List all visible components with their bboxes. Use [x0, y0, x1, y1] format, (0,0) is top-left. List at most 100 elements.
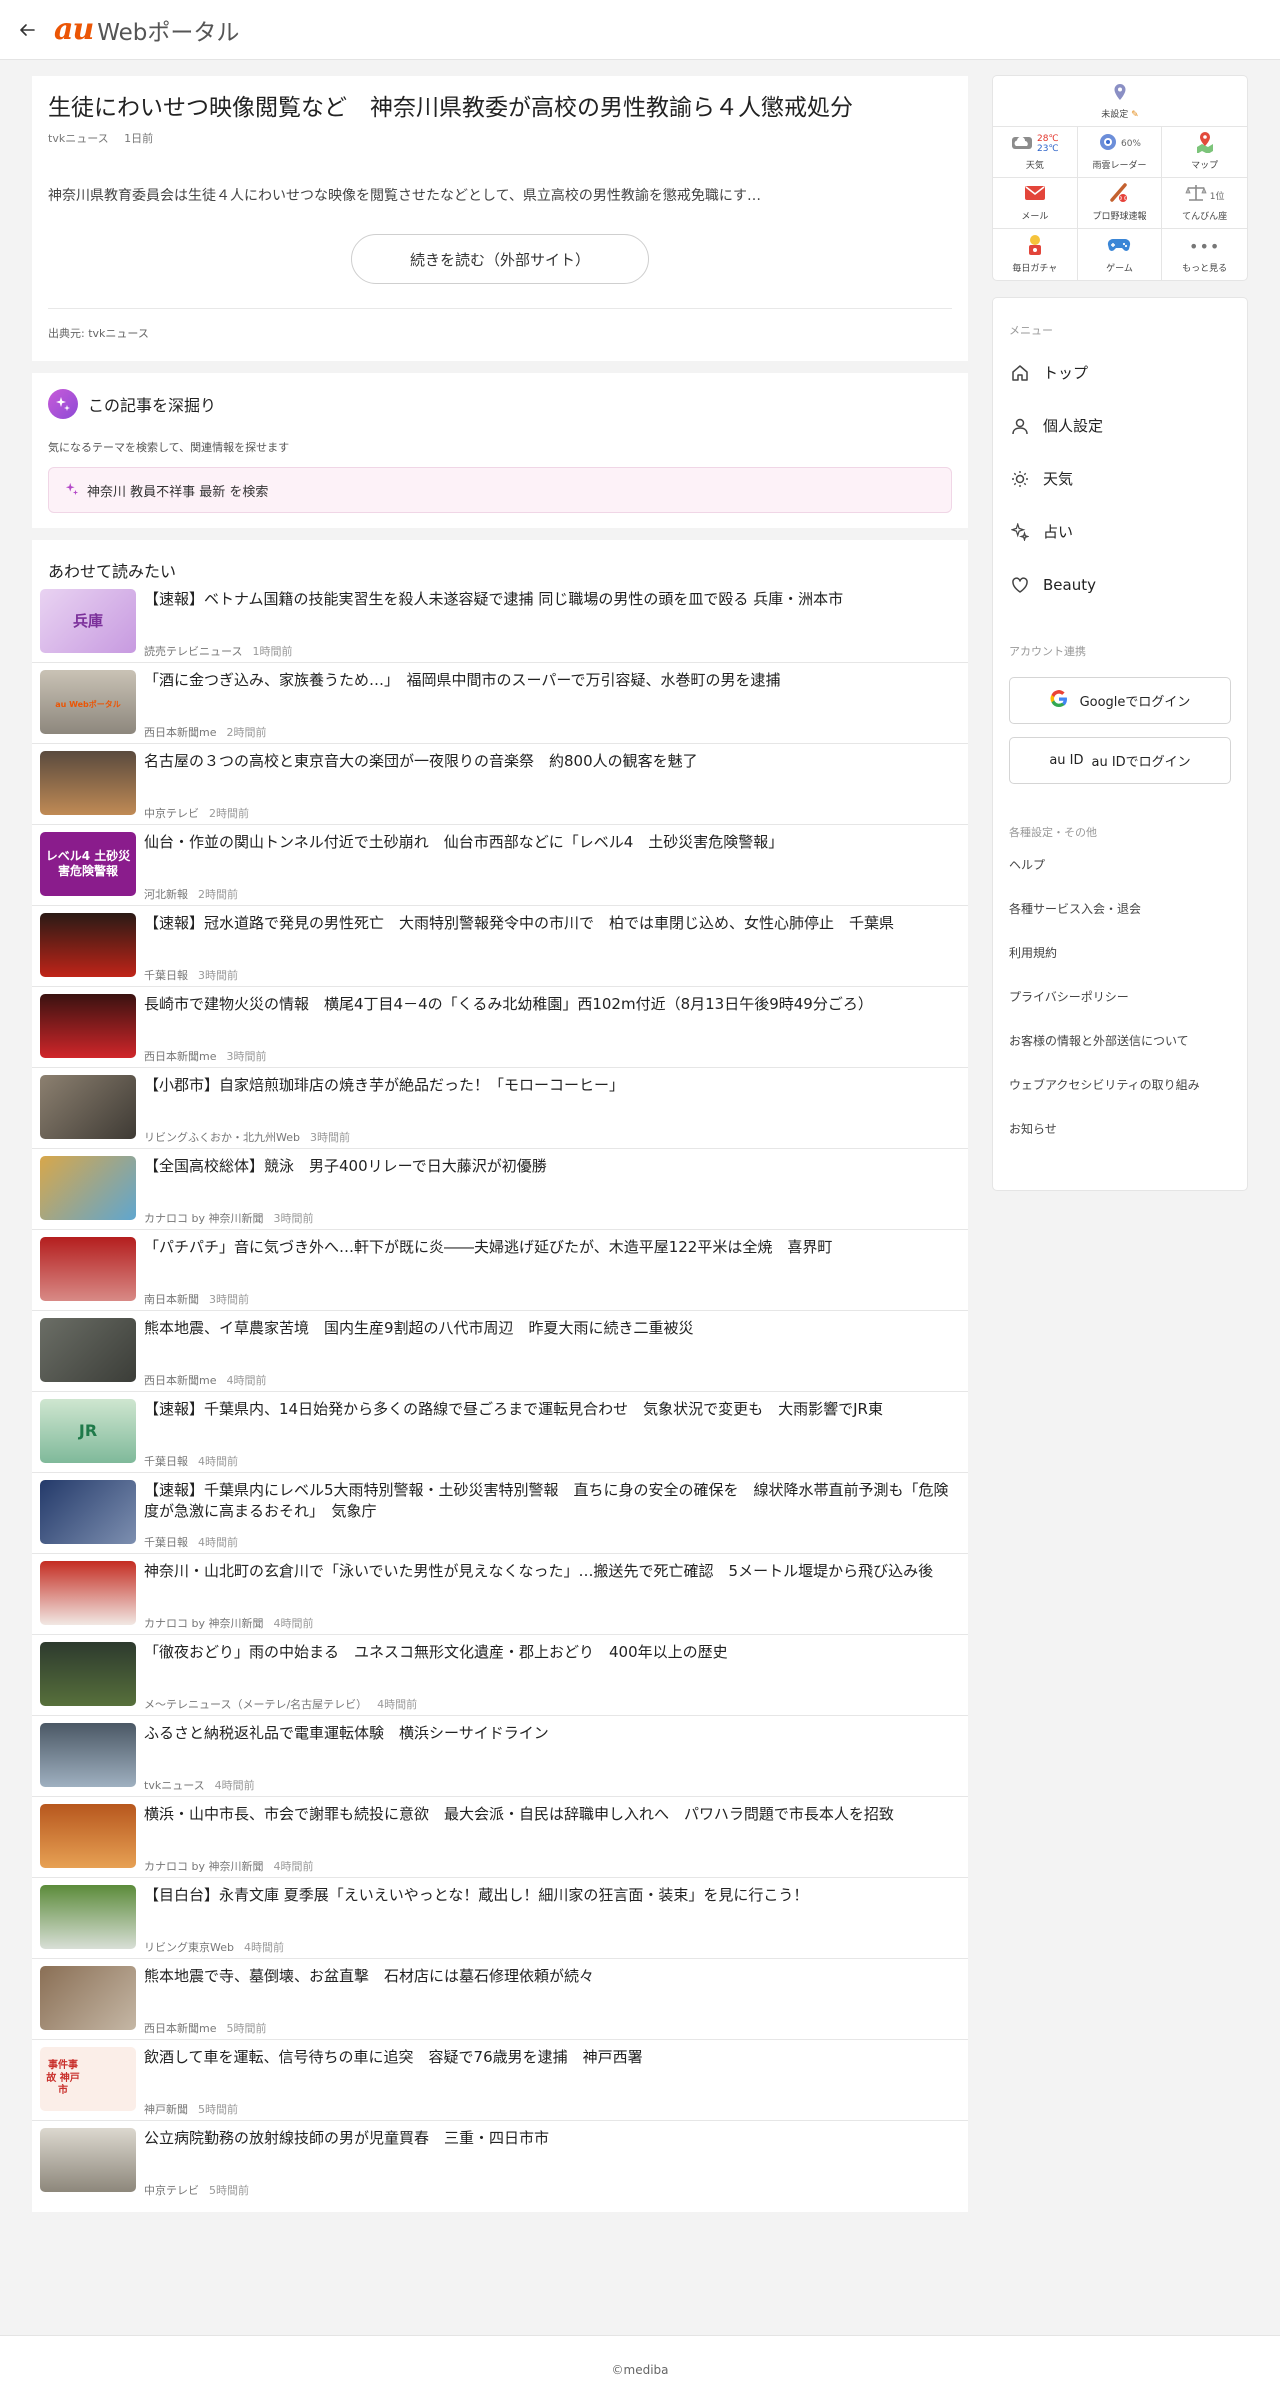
thumbnail-caption: レベル4 土砂災害危険警報 [45, 849, 131, 878]
news-item[interactable]: au Webポータル 「酒に金つぎ込み、家族養うため…」 福岡県中間市のスーパーで… [32, 663, 968, 744]
news-item[interactable]: 長崎市で建物火災の情報 横尾4丁目4－4の「くるみ北幼稚園」西102m付近（8月… [32, 987, 968, 1068]
news-item[interactable]: 【全国高校総体】競泳 男子400リレーで日大藤沢が初優勝 カナロコ by 神奈川新… [32, 1149, 968, 1230]
news-item[interactable]: 熊本地震、イ草農家苦境 国内生産9割超の八代市周辺 昨夏大雨に続き二重被災西日本… [32, 1311, 968, 1392]
thumbnail-caption: 事件事故 神戸市 [46, 2060, 80, 2097]
news-title[interactable]: 仙台・作並の関山トンネル付近で土砂崩れ 仙台市西部などに「レベル4 土砂災害危険… [144, 832, 959, 853]
news-meta: 千葉日報 4時間前 [144, 1534, 959, 1550]
news-time: 2時間前 [209, 807, 249, 820]
news-source: 千葉日報 [144, 1536, 188, 1549]
tile-horoscope[interactable]: 1位 てんびん座 [1162, 178, 1247, 229]
menu-item-beauty[interactable]: Beauty [1009, 558, 1231, 611]
article-card: 生徒にわいせつ映像閲覧など 神奈川県教委が高校の男性教諭ら４人懲戒処分 tvkニ… [32, 76, 968, 361]
tile-more[interactable]: ••• もっと見る [1162, 229, 1247, 280]
news-source: 千葉日報 [144, 1455, 188, 1468]
news-item[interactable]: ふるさと納税返礼品で電車運転体験 横浜シーサイドライン tvkニュース 4時間前 [32, 1716, 968, 1797]
news-title[interactable]: 【速報】冠水道路で発見の男性死亡 大雨特別警報発令中の市川で 柏では車閉じ込め、… [144, 913, 959, 934]
read-more-button[interactable]: 続きを読む（外部サイト） [351, 234, 649, 284]
news-title[interactable]: 【速報】千葉県内にレベル5大雨特別警報・土砂災害特別警報 直ちに身の安全の確保を… [144, 1480, 959, 1522]
tile-grid: 28℃ 23℃ 天気 60% 雨雲レーダー マップ メール プロ野球速報 1位 … [993, 127, 1247, 280]
tile-baseball[interactable]: プロ野球速報 [1077, 178, 1163, 229]
tile-weather[interactable]: 28℃ 23℃ 天気 [993, 127, 1078, 178]
news-title[interactable]: 横浜・山中市長、市会で謝罪も続投に意欲 最大会派・自民は辞職申し入れへ パワハラ… [144, 1804, 959, 1825]
news-body: 飲酒して車を運転、信号待ちの車に追突 容疑で76歳男を逮捕 神戸西署 神戸新聞 5時… [144, 2045, 959, 2117]
menu-item-fortune[interactable]: 占い [1009, 505, 1231, 558]
news-meta: カナロコ by 神奈川新聞 4時間前 [144, 1615, 959, 1631]
news-item[interactable]: 公立病院勤務の放射線技師の男が児童買春 三重・四日市市 中京テレビ 5時間前 [32, 2121, 968, 2202]
news-item[interactable]: レベル4 土砂災害危険警報 仙台・作並の関山トンネル付近で土砂崩れ 仙台市西部など… [32, 825, 968, 906]
news-time: 5時間前 [226, 2022, 267, 2035]
news-thumbnail [40, 1885, 136, 1949]
settings-link[interactable]: 各種サービス入会・退会 [1009, 890, 1231, 934]
news-time: 2時間前 [198, 888, 238, 901]
news-title[interactable]: 「徹夜おどり」雨の中始まる ユネスコ無形文化遺産・郡上おどり 400年以上の歴史 [144, 1642, 959, 1663]
news-item[interactable]: 熊本地震で寺、墓倒壊、お盆直撃 石材店には墓石修理依頼が続々 西日本新聞me 5時間… [32, 1959, 968, 2040]
rain-chance: 60% [1120, 139, 1141, 149]
tile-daily-gacha[interactable]: 毎日ガチャ [993, 229, 1078, 280]
news-title[interactable]: 「酒に金つぎ込み、家族養うため…」 福岡県中間市のスーパーで万引容疑、水巻町の男… [144, 670, 959, 691]
settings-link[interactable]: お客様の情報と外部送信について [1009, 1022, 1231, 1066]
settings-link[interactable]: ヘルプ [1009, 846, 1231, 890]
menu-item-personal-settings[interactable]: 個人設定 [1009, 399, 1231, 452]
news-title[interactable]: 【目白台】永青文庫 夏季展「えいえいやっとな！蔵出し！細川家の狂言面・装束」を見… [144, 1885, 959, 1906]
news-body: 横浜・山中市長、市会で謝罪も続投に意欲 最大会派・自民は辞職申し入れへ パワハラ… [144, 1802, 959, 1874]
news-body: 【目白台】永青文庫 夏季展「えいえいやっとな！蔵出し！細川家の狂言面・装束」を見… [144, 1883, 959, 1955]
news-item[interactable]: 「徹夜おどり」雨の中始まる ユネスコ無形文化遺産・郡上おどり 400年以上の歴史… [32, 1635, 968, 1716]
news-time: 4時間前 [243, 1941, 284, 1954]
google-login-label: Googleでログイン [1079, 695, 1191, 710]
news-thumbnail: レベル4 土砂災害危険警報 [40, 832, 136, 896]
news-body: 【速報】千葉県内にレベル5大雨特別警報・土砂災害特別警報 直ちに身の安全の確保を… [144, 1478, 959, 1550]
tile-game[interactable]: ゲーム [1078, 229, 1163, 280]
back-arrow-icon[interactable] [14, 17, 40, 43]
tile-label: ゲーム [1106, 263, 1133, 274]
settings-link[interactable]: プライバシーポリシー [1009, 978, 1231, 1022]
settings-link[interactable]: ウェブアクセシビリティの取り組み [1009, 1066, 1231, 1110]
news-item[interactable]: 【速報】千葉県内にレベル5大雨特別警報・土砂災害特別警報 直ちに身の安全の確保を… [32, 1473, 968, 1554]
location-setting[interactable]: 未設定 ✎ [993, 76, 1247, 127]
news-thumbnail: au Webポータル [40, 670, 136, 734]
news-item[interactable]: 「パチパチ」音に気づき外へ…軒下が既に炎――夫婦逃げ延びたが、木造平屋122平米… [32, 1230, 968, 1311]
settings-link[interactable]: お知らせ [1009, 1110, 1231, 1154]
news-title[interactable]: 「パチパチ」音に気づき外へ…軒下が既に炎――夫婦逃げ延びたが、木造平屋122平米… [144, 1237, 959, 1258]
news-body: 熊本地震、イ草農家苦境 国内生産9割超の八代市周辺 昨夏大雨に続き二重被災西日本… [144, 1316, 959, 1388]
news-title[interactable]: ふるさと納税返礼品で電車運転体験 横浜シーサイドライン [144, 1723, 959, 1744]
news-title[interactable]: 神奈川・山北町の玄倉川で「泳いでいた男性が見えなくなった」…搬送先で死亡確認 5… [144, 1561, 959, 1582]
news-item[interactable]: 横浜・山中市長、市会で謝罪も続投に意欲 最大会派・自民は辞職申し入れへ パワハラ… [32, 1797, 968, 1878]
google-login-button[interactable]: Googleでログイン [1009, 677, 1231, 724]
settings-link[interactable]: 利用規約 [1009, 934, 1231, 978]
news-title[interactable]: 【小郡市】自家焙煎珈琲店の焼き芋が絶品だった！「モローコーヒー」 [144, 1075, 959, 1096]
news-title[interactable]: 長崎市で建物火災の情報 横尾4丁目4－4の「くるみ北幼稚園」西102m付近（8月… [144, 994, 959, 1015]
au-id-login-button[interactable]: au ID au IDでログイン [1009, 737, 1231, 784]
news-item[interactable]: 事件事故 神戸市 飲酒して車を運転、信号待ちの車に追突 容疑で76歳男を逮捕 神戸… [32, 2040, 968, 2121]
news-title[interactable]: 名古屋の３つの高校と東京音大の楽団が一夜限りの音楽祭 約800人の観客を魅了 [144, 751, 959, 772]
news-title[interactable]: 公立病院勤務の放射線技師の男が児童買春 三重・四日市市 [144, 2128, 959, 2149]
tile-mail[interactable]: メール [993, 178, 1078, 229]
news-meta: 西日本新聞me 3時間前 [144, 1048, 959, 1064]
news-item[interactable]: JR 【速報】千葉県内、14日始発から多くの路線で昼ごろまで運転見合わせ 気象状況… [32, 1392, 968, 1473]
au-web-portal-logo[interactable]: au Webポータル [54, 13, 239, 47]
tile-label: プロ野球速報 [1092, 212, 1147, 222]
news-item[interactable]: 兵庫 【速報】ベトナム国籍の技能実習生を殺人未遂容疑で逮捕 同じ職場の男性の頭を皿… [32, 582, 968, 663]
news-title[interactable]: 【速報】ベトナム国籍の技能実習生を殺人未遂容疑で逮捕 同じ職場の男性の頭を皿で殴… [144, 589, 959, 610]
tile-map[interactable]: マップ [1162, 127, 1247, 178]
tile-rain-radar[interactable]: 60% 雨雲レーダー [1077, 127, 1163, 178]
menu-heading: メニュー [1009, 324, 1053, 337]
settings-links: ヘルプ 各種サービス入会・退会 利用規約 プライバシーポリシー お客様の情報と外部送信に… [1009, 846, 1231, 1154]
deep-dive-search-button[interactable]: 神奈川 教員不祥事 最新 を検索 [48, 467, 952, 513]
deep-dive-subtitle: 気になるテーマを検索して、関連情報を探せます [48, 441, 290, 454]
news-thumbnail [40, 994, 136, 1058]
news-item[interactable]: 名古屋の３つの高校と東京音大の楽団が一夜限りの音楽祭 約800人の観客を魅了 中京… [32, 744, 968, 825]
news-title[interactable]: 飲酒して車を運転、信号待ちの車に追突 容疑で76歳男を逮捕 神戸西署 [144, 2047, 959, 2068]
news-thumbnail [40, 1480, 136, 1544]
news-item[interactable]: 【速報】冠水道路で発見の男性死亡 大雨特別警報発令中の市川で 柏では車閉じ込め、… [32, 906, 968, 987]
news-title[interactable]: 【全国高校総体】競泳 男子400リレーで日大藤沢が初優勝 [144, 1156, 959, 1177]
news-title[interactable]: 【速報】千葉県内、14日始発から多くの路線で昼ごろまで運転見合わせ 気象状況で変… [144, 1399, 959, 1420]
news-item[interactable]: 神奈川・山北町の玄倉川で「泳いでいた男性が見えなくなった」…搬送先で死亡確認 5… [32, 1554, 968, 1635]
news-title[interactable]: 熊本地震で寺、墓倒壊、お盆直撃 石材店には墓石修理依頼が続々 [144, 1966, 959, 1987]
news-item[interactable]: 【小郡市】自家焙煎珈琲店の焼き芋が絶品だった！「モローコーヒー」 リビングふくおか… [32, 1068, 968, 1149]
menu-item-top[interactable]: トップ [1009, 346, 1231, 399]
news-meta: 西日本新聞me 4時間前 [144, 1372, 959, 1388]
thumbnail-caption: 兵庫 [72, 611, 103, 630]
news-item[interactable]: 【目白台】永青文庫 夏季展「えいえいやっとな！蔵出し！細川家の狂言面・装束」を見… [32, 1878, 968, 1959]
menu-item-weather[interactable]: 天気 [1009, 452, 1231, 505]
news-title[interactable]: 熊本地震、イ草農家苦境 国内生産9割超の八代市周辺 昨夏大雨に続き二重被災 [144, 1318, 959, 1339]
